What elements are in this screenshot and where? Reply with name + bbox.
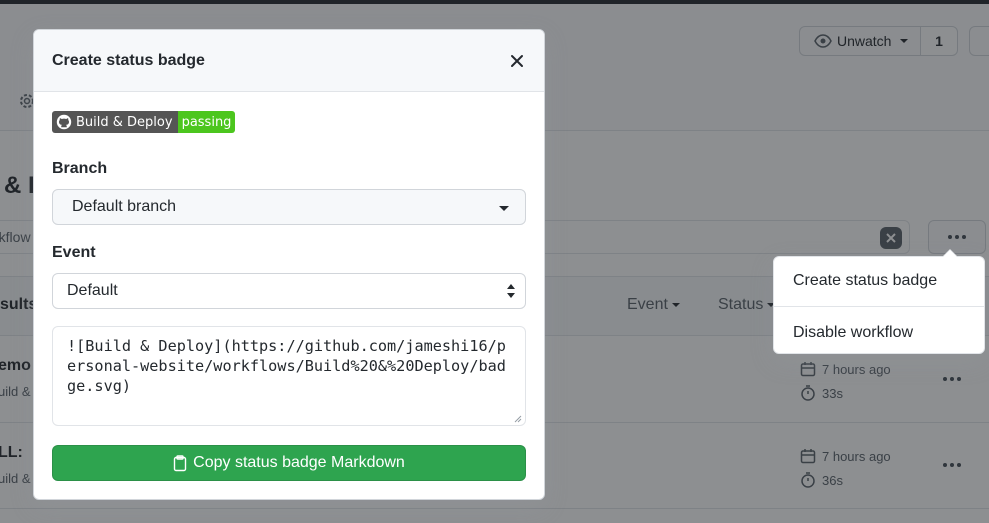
up-down-arrows-icon bbox=[506, 284, 516, 300]
menu-item-create-status-badge[interactable]: Create status badge bbox=[774, 259, 984, 303]
menu-divider bbox=[774, 306, 984, 307]
badge-workflow-name: Build & Deploy bbox=[76, 114, 173, 130]
status-badge-dialog: Create status badge Build & Deploy passi… bbox=[33, 29, 545, 500]
copy-markdown-button[interactable]: Copy status badge Markdown bbox=[52, 445, 526, 481]
badge-markdown-textarea[interactable]: ![Build & Deploy](https://github.com/jam… bbox=[52, 326, 526, 426]
chevron-down-icon bbox=[499, 206, 509, 211]
event-label: Event bbox=[52, 244, 96, 261]
resize-handle-icon[interactable] bbox=[514, 415, 522, 423]
badge-label-section: Build & Deploy bbox=[52, 111, 178, 133]
menu-item-disable-workflow[interactable]: Disable workflow bbox=[774, 311, 984, 355]
github-logo-icon bbox=[56, 114, 72, 130]
status-badge-preview: Build & Deploy passing bbox=[52, 111, 236, 133]
close-icon[interactable] bbox=[508, 52, 526, 70]
dialog-header: Create status badge bbox=[34, 30, 544, 92]
workflow-dropdown-menu: Create status badge Disable workflow bbox=[773, 249, 985, 355]
badge-status: passing bbox=[177, 111, 236, 133]
dialog-title: Create status badge bbox=[52, 52, 205, 69]
event-select[interactable]: Default bbox=[52, 273, 526, 309]
clipboard-icon bbox=[173, 454, 187, 471]
copy-markdown-label: Copy status badge Markdown bbox=[193, 454, 405, 471]
event-select-value: Default bbox=[67, 282, 118, 299]
branch-select[interactable]: Default branch bbox=[52, 189, 526, 225]
branch-select-value: Default branch bbox=[72, 198, 177, 215]
branch-label: Branch bbox=[52, 160, 108, 177]
